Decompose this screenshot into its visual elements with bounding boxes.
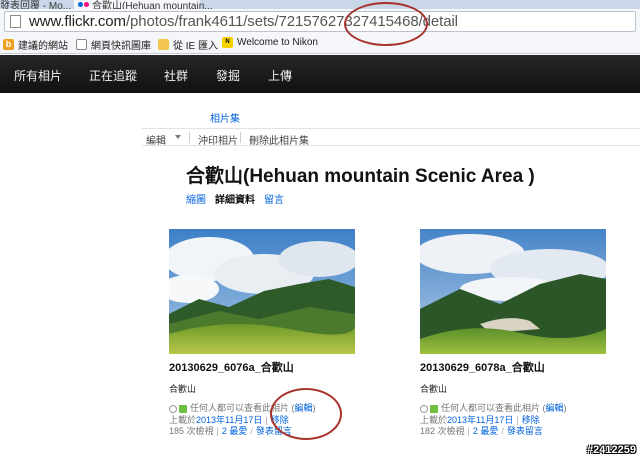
uploaded-date-link[interactable]: 2013年11月17日 — [447, 415, 513, 427]
browser-tab-2-active[interactable]: 合歡山(Hehuan mountain... — [74, 0, 213, 9]
visibility-text: 任何人都可以查看此相片 ( — [441, 403, 546, 413]
chevron-down-icon[interactable] — [175, 135, 181, 139]
photo-thumbnail[interactable] — [169, 229, 355, 354]
public-icon — [179, 404, 187, 413]
bookmark-imported-from-ie[interactable]: 從 IE 匯入 — [158, 37, 218, 52]
uploaded-prefix: 上載於 — [420, 414, 448, 425]
tab-details[interactable]: 詳細資料 — [215, 195, 255, 206]
views-count: 185 次檢視 — [169, 426, 214, 436]
photo-description: 合歡山 — [420, 384, 448, 394]
flickr-blue-dot-icon — [78, 2, 83, 7]
set-toolbar: 編輯 沖印相片 刪除此相片集 — [142, 128, 640, 147]
bookmark-label: 網頁快訊圖庫 — [91, 41, 151, 52]
delete-set-button[interactable]: 刪除此相片集 — [249, 132, 309, 147]
views-count: 182 次檢視 — [420, 426, 465, 436]
folder-icon — [158, 39, 169, 50]
tab-comments[interactable]: 留言 — [264, 195, 284, 206]
browser-tab-1[interactable]: 發表回覆 - Mo... — [0, 0, 71, 9]
bookmark-label: 建議的網站 — [18, 41, 68, 52]
page-title: 合歡山(Hehuan mountain Scenic Area ) — [186, 166, 535, 187]
flickr-pink-dot-icon — [84, 2, 89, 7]
tab-thumbnails[interactable]: 縮圖 — [186, 195, 206, 206]
view-tabs: 縮圖 詳細資料 留言 — [186, 191, 293, 206]
nav-item-following[interactable]: 正在追蹤 — [89, 67, 137, 84]
uploaded-date-link[interactable]: 2013年11月17日 — [196, 415, 262, 427]
faves-link[interactable]: 2 最愛 — [473, 426, 499, 438]
photo-card: 20130629_6078a_合歡山 合歡山 任何人都可以查看此相片 (編輯) … — [420, 229, 606, 438]
nav-item-explore[interactable]: 發掘 — [216, 67, 240, 84]
annotation-circle-url — [344, 2, 428, 46]
copyright-icon — [169, 404, 177, 413]
nav-item-upload[interactable]: 上傳 — [268, 67, 292, 84]
faves-link[interactable]: 2 最愛 — [222, 426, 248, 438]
annotation-circle-edit — [270, 388, 342, 440]
nikon-icon: N — [222, 37, 233, 48]
bookmark-welcome-to-nikon[interactable]: N Welcome to Nikon — [222, 37, 318, 48]
bookmarks-bar: b 建議的網站 網頁快訊圖庫 從 IE 匯入 N Welcome to Nikon — [0, 34, 640, 54]
flickr-navbar: 所有相片 正在追蹤 社群 發掘 上傳 — [0, 55, 640, 93]
bookmark-label: 從 IE 匯入 — [173, 41, 219, 52]
address-bar: www.flickr.com/photos/frank4611/sets/721… — [0, 9, 640, 34]
page-icon — [76, 39, 87, 50]
browser-tab-1-label: 發表回覆 - Mo... — [0, 1, 72, 9]
remove-link[interactable]: 移除 — [522, 415, 540, 427]
url-host: www.flickr.com — [29, 13, 126, 30]
photo-title[interactable]: 20130629_6076a_合歡山 — [169, 359, 355, 375]
photo-title[interactable]: 20130629_6078a_合歡山 — [420, 359, 606, 375]
page-icon — [10, 15, 21, 28]
photo-thumbnail[interactable] — [420, 229, 606, 354]
toolbar-divider — [240, 132, 241, 143]
toolbar-divider — [189, 132, 190, 143]
bookmark-label: Welcome to Nikon — [237, 37, 318, 48]
edit-visibility-link[interactable]: 編輯 — [546, 403, 564, 415]
browser-tab-strip: 發表回覆 - Mo... 合歡山(Hehuan mountain... — [0, 0, 640, 9]
edit-button[interactable]: 編輯 — [146, 132, 166, 147]
public-icon — [430, 404, 438, 413]
add-comment-link[interactable]: 發表留言 — [507, 426, 543, 438]
print-photos-button[interactable]: 沖印相片 — [198, 132, 238, 147]
visibility-end: ) — [563, 403, 567, 413]
nav-item-all-photos[interactable]: 所有相片 — [14, 67, 62, 84]
nav-item-groups[interactable]: 社群 — [164, 67, 188, 84]
browser-tab-2-label: 合歡山(Hehuan mountain... — [92, 1, 213, 9]
breadcrumb-sets[interactable]: 相片集 — [210, 110, 240, 125]
watermark: #2412259 — [587, 444, 636, 456]
bookmark-suggested-sites[interactable]: b 建議的網站 — [3, 37, 68, 52]
copyright-icon — [420, 404, 428, 413]
photo-meta: 任何人都可以查看此相片 (編輯) 上載於 2013年11月17日 | 移除 182 … — [420, 403, 567, 438]
url-field[interactable]: www.flickr.com/photos/frank4611/sets/721… — [4, 11, 636, 32]
bookmark-web-slice-gallery[interactable]: 網頁快訊圖庫 — [76, 37, 151, 52]
bookmark-b-icon: b — [3, 39, 14, 50]
uploaded-prefix: 上載於 — [169, 414, 197, 425]
